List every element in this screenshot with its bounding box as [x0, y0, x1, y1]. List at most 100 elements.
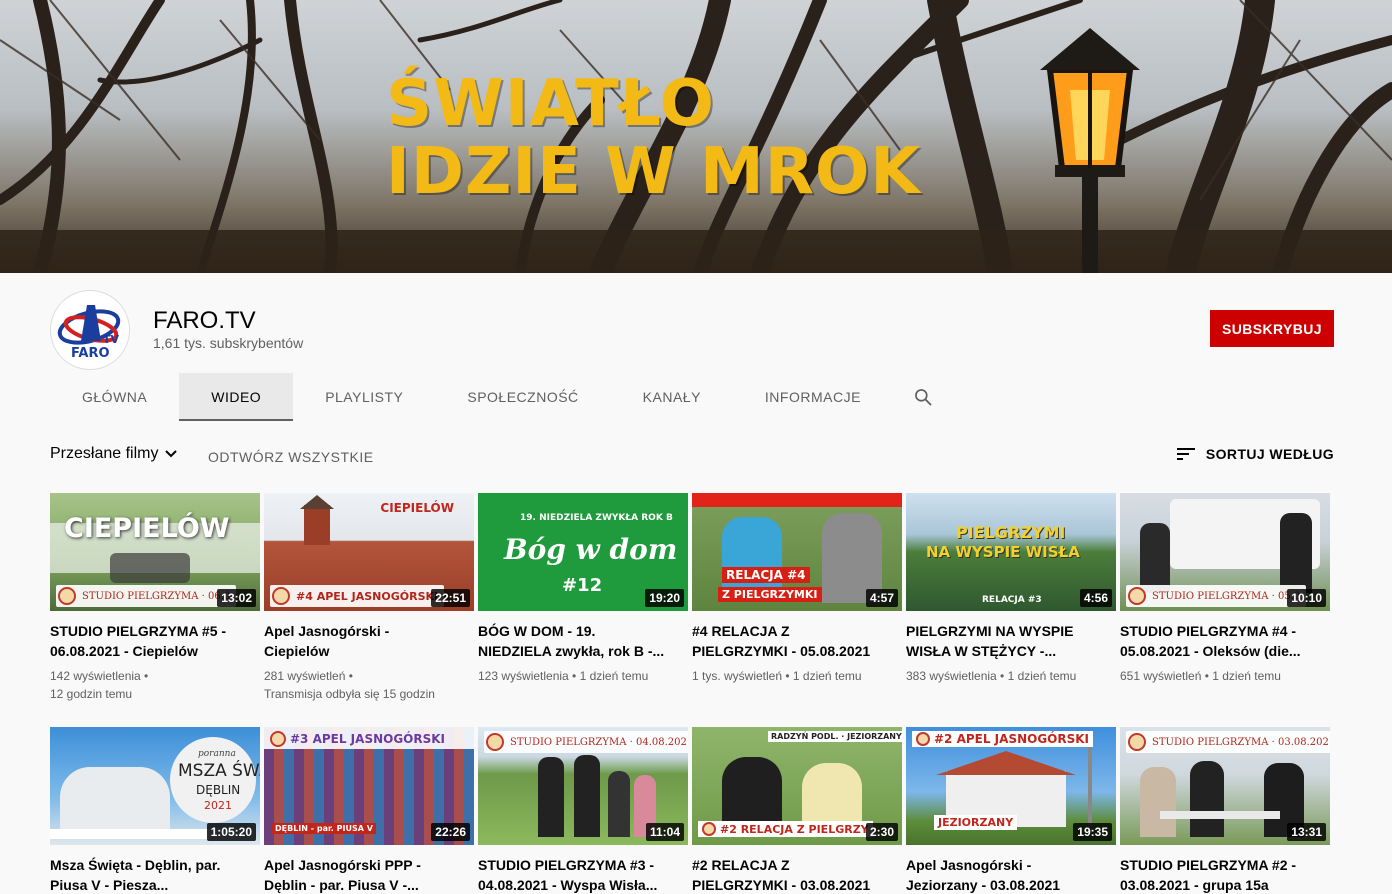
filter-bar: Przesłane filmy ODTWÓRZ WSZYSTKIE SORTUJ… [50, 445, 1334, 469]
thumbnail-text: #2 RELACJA Z PIELGRZY [698, 821, 873, 837]
video-duration: 4:57 [865, 589, 898, 607]
video-duration: 11:04 [645, 823, 684, 841]
video-thumbnail[interactable]: #3 APEL JASNOGÓRSKI DĘBLIN - par. PIUSA … [264, 727, 474, 845]
channel-tabs: GŁÓWNA WIDEO PLAYLISTY SPOŁECZNOŚĆ KANAŁ… [50, 373, 953, 421]
video-title[interactable]: #4 RELACJA Z PIELGRZYMKI - 05.08.2021 [692, 621, 902, 661]
thumbnail-subtext: 19. NIEDZIELA ZWYKŁA ROK B [520, 513, 673, 523]
thumbnail-text: RELACJA #4 [722, 567, 810, 583]
video-card[interactable]: STUDIO PIELGRZYMA · 03.08.2021 13:31 STU… [1120, 727, 1330, 894]
tab-videos[interactable]: WIDEO [179, 373, 294, 421]
channel-name: FARO.TV [153, 307, 256, 334]
subscribe-button[interactable]: SUBSKRYBUJ [1210, 310, 1334, 347]
sort-by-button[interactable]: SORTUJ WEDŁUG [1176, 446, 1334, 462]
thumbnail-subtext: Z PIELGRZYMKI [718, 587, 822, 602]
video-duration: 13:02 [217, 589, 256, 607]
thumbnail-text: #2 APEL JASNOGÓRSKI [912, 731, 1094, 747]
video-card[interactable]: CIEPIELÓW #4 APEL JASNOGÓRSKI 22:51 Apel… [264, 493, 474, 703]
chevron-down-icon [165, 450, 178, 458]
video-thumbnail[interactable]: RADZYŃ PODL. · JEZIORZANY #2 RELACJA Z P… [692, 727, 902, 845]
sort-by-label: SORTUJ WEDŁUG [1205, 446, 1334, 462]
thumbnail-subtext: NA WYSPIE WISŁA [926, 543, 1080, 561]
video-duration: 2:30 [865, 823, 898, 841]
video-title[interactable]: STUDIO PIELGRZYMA #2 -03.08.2021 - grupa… [1120, 855, 1330, 894]
banner-title-line2: IDZIE W MROK [386, 135, 921, 209]
video-duration: 4:56 [1079, 589, 1112, 607]
videos-content: Przesłane filmy ODTWÓRZ WSZYSTKIE SORTUJ… [0, 421, 1392, 894]
video-card[interactable]: 19. NIEDZIELA ZWYKŁA ROK B Bóg w dom #12… [478, 493, 688, 685]
video-card[interactable]: #3 APEL JASNOGÓRSKI DĘBLIN - par. PIUSA … [264, 727, 474, 894]
video-duration: 19:35 [1073, 823, 1112, 841]
tab-about[interactable]: INFORMACJE [733, 373, 893, 421]
video-thumbnail[interactable]: #2 APEL JASNOGÓRSKI JEZIORZANY 19:35 [906, 727, 1116, 845]
video-meta: 1 tys. wyświetleń • 1 dzień temu [692, 669, 862, 683]
thumbnail-text: PIELGRZYMI [956, 523, 1066, 542]
thumbnail-subtext: DĘBLIN - par. PIUSA V [272, 823, 376, 834]
subscriber-count: 1,61 tys. subskrybentów [153, 335, 304, 351]
video-meta: 651 wyświetleń • 1 dzień temu [1120, 669, 1281, 683]
thumbnail-badge: STUDIO PIELGRZYMA · 04.08.2021 [484, 731, 688, 753]
video-title[interactable]: BÓG W DOM - 19. NIEDZIELA zwykła, rok B -… [478, 621, 688, 661]
video-card[interactable]: STUDIO PIELGRZYMA · 05.0 10:10 STUDIO PI… [1120, 493, 1330, 685]
video-thumbnail[interactable]: STUDIO PIELGRZYMA · 04.08.2021 11:04 [478, 727, 688, 845]
video-card[interactable]: poranna MSZA ŚW. DĘBLIN 2021 1:05:20 Msz… [50, 727, 260, 894]
video-card[interactable]: PIELGRZYMI NA WYSPIE WISŁA RELACJA #3 4:… [906, 493, 1116, 685]
sort-icon [1176, 448, 1195, 460]
video-meta: 142 wyświetlenia • 12 godzin temu [50, 669, 149, 701]
thumbnail-badge: STUDIO PIELGRZYMA · 05.0 [1126, 585, 1307, 607]
tab-channels[interactable]: KANAŁY [611, 373, 733, 421]
video-title[interactable]: STUDIO PIELGRZYMA #5 -06.08.2021 - Ciepi… [50, 621, 260, 661]
thumbnail-text: CIEPIELÓW [380, 501, 454, 515]
channel-header: TV FARO FARO.TV 1,61 tys. subskrybentów … [0, 273, 1392, 421]
tab-home[interactable]: GŁÓWNA [50, 373, 179, 421]
video-card[interactable]: RADZYŃ PODL. · JEZIORZANY #2 RELACJA Z P… [692, 727, 902, 894]
video-thumbnail[interactable]: PIELGRZYMI NA WYSPIE WISŁA RELACJA #3 4:… [906, 493, 1116, 611]
channel-banner: ŚWIATŁO IDZIE W MROK [0, 0, 1392, 273]
video-meta: 383 wyświetlenia • 1 dzień temu [906, 669, 1077, 683]
thumbnail-subtext: DĘBLIN [196, 783, 241, 797]
video-title[interactable]: STUDIO PIELGRZYMA #3 -04.08.2021 - Wyspa… [478, 855, 688, 894]
video-thumbnail[interactable]: STUDIO PIELGRZYMA · 03.08.2021 13:31 [1120, 727, 1330, 845]
banner-title-line1: ŚWIATŁO [386, 67, 715, 141]
uploads-dropdown[interactable]: Przesłane filmy [50, 445, 178, 463]
tab-community[interactable]: SPOŁECZNOŚĆ [435, 373, 610, 421]
video-card[interactable]: STUDIO PIELGRZYMA · 04.08.2021 11:04 STU… [478, 727, 688, 894]
thumbnail-text: #3 APEL JASNOGÓRSKI [270, 731, 445, 747]
video-thumbnail[interactable]: CIEPIELÓW #4 APEL JASNOGÓRSKI 22:51 [264, 493, 474, 611]
video-title[interactable]: Apel Jasnogórski PPP - Dęblin - par. Pius… [264, 855, 474, 894]
video-title[interactable]: Apel Jasnogórski - Jeziorzany - 03.08.202… [906, 855, 1116, 894]
video-duration: 22:51 [431, 589, 470, 607]
video-title[interactable]: #2 RELACJA Z PIELGRZYMKI - 03.08.2021 [692, 855, 902, 894]
thumbnail-number: #12 [562, 575, 603, 596]
video-card[interactable]: RELACJA #4 Z PIELGRZYMKI 4:57 #4 RELACJA… [692, 493, 902, 685]
video-title[interactable]: Msza Święta - Dęblin, par. Piusa V - Pies… [50, 855, 260, 894]
thumbnail-year: 2021 [204, 799, 232, 812]
video-thumbnail[interactable]: STUDIO PIELGRZYMA · 05.0 10:10 [1120, 493, 1330, 611]
video-card[interactable]: CIEPIELÓW STUDIO PIELGRZYMA · 06.0 13:02… [50, 493, 260, 703]
thumbnail-badge: #4 APEL JASNOGÓRSKI [270, 585, 445, 607]
channel-avatar[interactable]: TV FARO [50, 290, 130, 370]
video-title[interactable]: STUDIO PIELGRZYMA #4 -05.08.2021 - Oleks… [1120, 621, 1330, 661]
video-meta: 123 wyświetlenia • 1 dzień temu [478, 669, 649, 683]
video-thumbnail[interactable]: CIEPIELÓW STUDIO PIELGRZYMA · 06.0 13:02 [50, 493, 260, 611]
video-title[interactable]: Apel Jasnogórski - Ciepielów [264, 621, 474, 661]
faro-logo-icon: TV FARO [57, 305, 121, 361]
video-thumbnail[interactable]: poranna MSZA ŚW. DĘBLIN 2021 1:05:20 [50, 727, 260, 845]
thumbnail-badge: STUDIO PIELGRZYMA · 06.0 [56, 585, 237, 607]
play-all-button[interactable]: ODTWÓRZ WSZYSTKIE [208, 449, 374, 465]
video-thumbnail[interactable]: 19. NIEDZIELA ZWYKŁA ROK B Bóg w dom #12… [478, 493, 688, 611]
search-icon [915, 389, 932, 406]
channel-search-button[interactable] [893, 373, 953, 421]
video-duration: 19:20 [645, 589, 684, 607]
thumbnail-subtext: JEZIORZANY [934, 815, 1018, 830]
video-duration: 22:26 [431, 823, 470, 841]
tab-playlists[interactable]: PLAYLISTY [293, 373, 435, 421]
svg-text:TV: TV [103, 333, 120, 346]
uploads-dropdown-label: Przesłane filmy [50, 445, 159, 462]
video-title[interactable]: PIELGRZYMI NA WYSPIE WISŁA W STĘŻYCY -... [906, 621, 1116, 661]
video-meta: 281 wyświetleń • Transmisja odbyła się 15… [264, 669, 435, 701]
thumbnail-badge: STUDIO PIELGRZYMA · 03.08.2021 [1126, 731, 1330, 753]
video-thumbnail[interactable]: RELACJA #4 Z PIELGRZYMKI 4:57 [692, 493, 902, 611]
video-card[interactable]: #2 APEL JASNOGÓRSKI JEZIORZANY 19:35 Ape… [906, 727, 1116, 894]
thumbnail-text: MSZA ŚW. [178, 761, 260, 781]
thumbnail-tag: RELACJA #3 [982, 595, 1042, 605]
